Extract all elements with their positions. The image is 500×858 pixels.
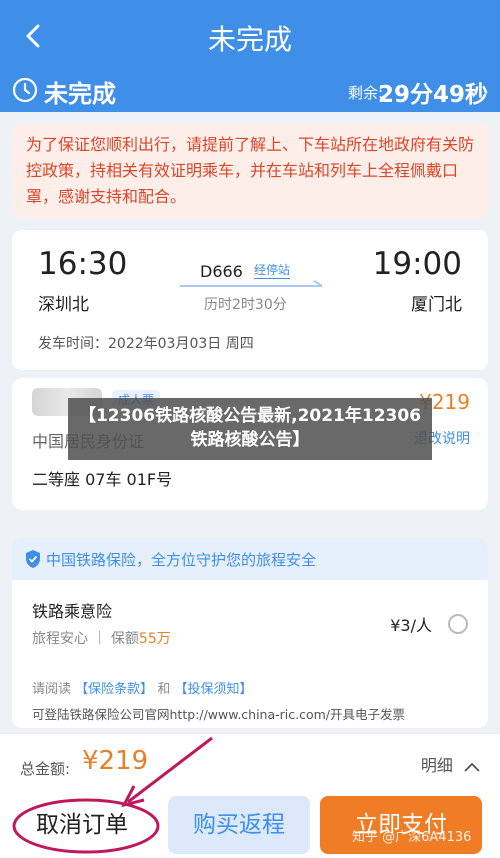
trip-duration: 历时2时30分 xyxy=(204,297,287,313)
insurance-header: 中国铁路保险，全方位守护您的旅程安全 xyxy=(12,538,488,580)
departure-time: 16:30 xyxy=(38,246,128,282)
insurance-radio[interactable] xyxy=(448,614,468,634)
pay-now-button[interactable]: 立即支付 xyxy=(320,796,482,854)
shield-icon xyxy=(26,550,40,568)
notice-banner: 为了保证您顺利出行，请提前了解上、下车站所在地政府有关防控政策，持相关有效证明乘… xyxy=(12,124,488,218)
order-status: 未完成 xyxy=(44,80,116,108)
seat-info: 二等座 07车 01F号 xyxy=(32,470,173,489)
insurance-notice-link[interactable]: 【投保须知】 xyxy=(174,682,252,697)
departure-station: 深圳北 xyxy=(38,295,89,315)
departure-date: 2022年03月03日 周四 xyxy=(108,336,254,352)
total-label: 总金额: xyxy=(20,760,71,778)
page-title: 未完成 xyxy=(207,23,292,56)
trip-card: 16:30 深圳北 D666 经停站 历时2时30分 19:00 厦门北 发车时… xyxy=(12,230,488,370)
remain-countdown: 29分49秒 xyxy=(377,82,488,108)
insurance-coverage: 旅程安心 ｜ 保额55万 xyxy=(32,628,171,648)
insurance-coverage-label: 旅程安心 ｜ 保额 xyxy=(32,631,139,647)
insurance-slogan: 中国铁路保险，全方位守护您的旅程安全 xyxy=(46,551,317,569)
clock-icon xyxy=(12,77,38,103)
top-bar: 未完成 xyxy=(0,0,500,72)
insurance-read-line: 请阅读 【保险条款】 和 【投保须知】 xyxy=(32,678,252,697)
insurance-card: 中国铁路保险，全方位守护您的旅程安全 铁路乘意险 ¥3/人 旅程安心 ｜ 保额5… xyxy=(12,538,488,728)
stops-link[interactable]: 经停站 xyxy=(254,261,291,279)
detail-label: 明细 xyxy=(420,756,453,775)
insurance-price: ¥3/人 xyxy=(390,616,432,635)
arrival-time: 19:00 xyxy=(372,246,462,282)
insurance-amount: 55万 xyxy=(138,631,171,647)
insurance-invoice-note: 可登陆铁路保险公司官网http://www.china-ric.com/开具电子… xyxy=(32,707,406,722)
cancel-order-button[interactable]: 取消订单 xyxy=(8,796,156,854)
watermark: 知乎 @广深6A4136 xyxy=(352,830,472,845)
status-bar: 未完成 剩余: 29分49秒 xyxy=(0,72,500,112)
departure-date-line: 发车时间：2022年03月03日 周四 xyxy=(38,333,254,353)
departure-date-label: 发车时间： xyxy=(38,336,108,352)
and-label: 和 xyxy=(157,682,171,697)
detail-toggle[interactable]: 明细 xyxy=(421,752,480,776)
train-number: D666 xyxy=(200,262,243,281)
route-arrow-icon xyxy=(180,280,323,287)
article-title-overlay: 【12306铁路核酸公告最新,2021年12306铁路核酸公告】 xyxy=(68,398,432,460)
buy-return-button[interactable]: 购买返程 xyxy=(168,796,310,854)
insurance-name: 铁路乘意险 xyxy=(32,602,113,621)
arrival-station: 厦门北 xyxy=(411,295,462,315)
total-amount: ¥219 xyxy=(82,746,149,776)
read-label: 请阅读 xyxy=(32,682,72,697)
chevron-up-icon xyxy=(464,762,480,772)
insurance-terms-link[interactable]: 【保险条款】 xyxy=(75,682,153,697)
